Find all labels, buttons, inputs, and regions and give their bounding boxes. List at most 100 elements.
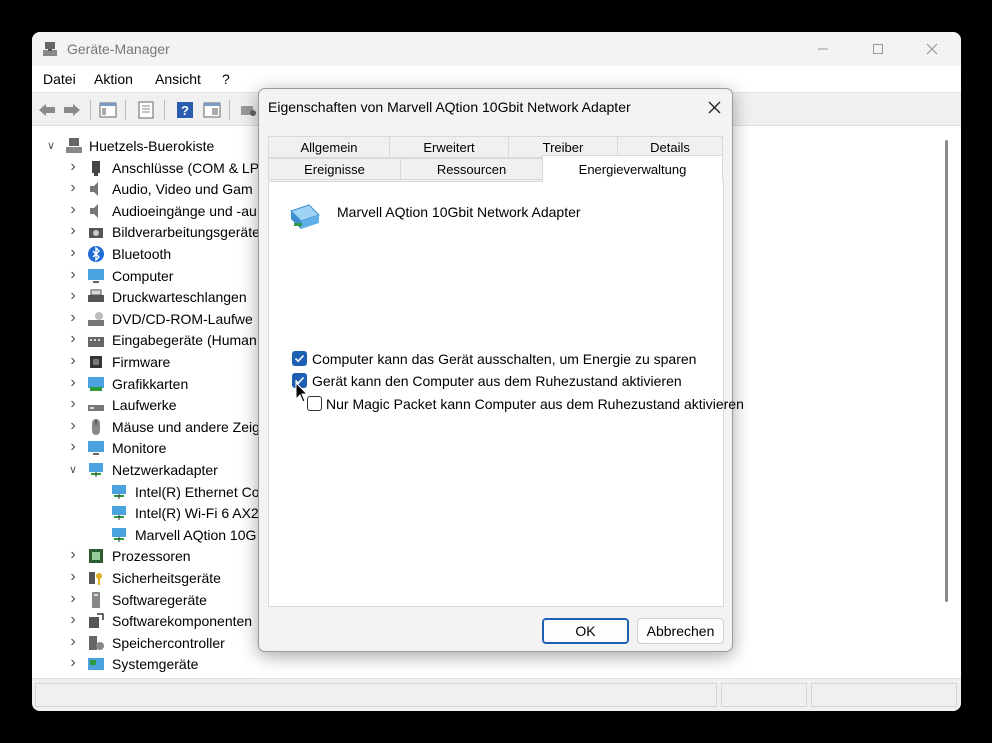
chevron-right-icon[interactable]: › — [67, 222, 79, 239]
menu-help[interactable]: ? — [222, 71, 230, 87]
forward-button[interactable] — [62, 100, 82, 120]
dialog-close-button[interactable] — [703, 96, 725, 118]
properties-button[interactable] — [136, 100, 156, 120]
network-icon — [112, 506, 126, 521]
system-device-icon — [88, 658, 104, 671]
title-bar[interactable]: Geräte-Manager — [32, 32, 961, 66]
tree-item-label: Bluetooth — [112, 246, 172, 262]
chevron-right-icon[interactable]: › — [67, 287, 79, 304]
maximize-icon — [873, 44, 883, 54]
tree-item-label: Anschlüsse (COM & LP — [112, 159, 260, 176]
cancel-button[interactable]: Abbrechen — [637, 618, 724, 644]
help-button[interactable]: ? — [175, 100, 195, 120]
keyboard-icon — [88, 337, 104, 348]
properties-dialog: Eigenschaften von Marvell AQtion 10Gbit … — [258, 88, 744, 652]
chevron-right-icon[interactable]: › — [67, 158, 79, 175]
chevron-right-icon[interactable]: › — [67, 179, 79, 196]
network-icon — [89, 463, 103, 477]
tab-allgemein[interactable]: Allgemein — [268, 136, 390, 158]
vertical-scrollbar[interactable] — [938, 132, 954, 672]
chevron-right-icon[interactable]: › — [67, 654, 79, 671]
label-allow-power-off[interactable]: Computer kann das Gerät ausschalten, um … — [312, 351, 696, 367]
port-icon — [92, 160, 100, 176]
tab-ressourcen[interactable]: Ressourcen — [400, 158, 543, 180]
chevron-right-icon[interactable]: › — [67, 201, 79, 218]
menu-ansicht[interactable]: Ansicht — [155, 71, 201, 87]
tree-item-label: Netzwerkadapter — [112, 462, 218, 478]
tab-energieverwaltung[interactable]: Energieverwaltung — [542, 155, 723, 182]
tree-item-label: Bildverarbeitungsgeräte — [112, 224, 260, 241]
chevron-right-icon[interactable]: › — [67, 244, 79, 261]
tree-item-label: Systemgeräte — [112, 656, 199, 673]
printer-icon — [88, 289, 104, 303]
checkmark-icon — [294, 354, 305, 363]
mouse-icon — [92, 418, 100, 435]
maximize-button[interactable] — [855, 32, 901, 66]
tree-item-label: Audioeingänge und -au — [112, 202, 257, 219]
back-button[interactable] — [37, 100, 57, 120]
dialog-title: Eigenschaften von Marvell AQtion 10Gbit … — [268, 99, 631, 115]
label-allow-wake[interactable]: Gerät kann den Computer aus dem Ruhezust… — [312, 373, 682, 389]
label-magic-packet-only[interactable]: Nur Magic Packet kann Computer aus dem R… — [326, 396, 744, 412]
network-adapter-icon — [290, 204, 320, 229]
monitor-icon — [88, 441, 104, 456]
view-button[interactable] — [202, 100, 222, 120]
tree-item-label: Audio, Video und Gam — [112, 181, 253, 198]
tree-item-label: Grafikkarten — [112, 375, 189, 392]
key-icon — [89, 572, 102, 585]
chevron-right-icon[interactable]: › — [67, 568, 79, 585]
scan-hardware-button[interactable] — [238, 100, 258, 120]
scrollbar-thumb[interactable] — [945, 140, 948, 602]
tree-item-label: Monitore — [112, 440, 167, 457]
close-icon — [708, 101, 720, 113]
chevron-right-icon[interactable]: › — [67, 374, 79, 391]
menu-datei[interactable]: Datei — [43, 71, 76, 87]
tree-item-label: Marvell AQtion 10G — [135, 526, 257, 543]
chevron-right-icon[interactable]: › — [67, 395, 79, 412]
ok-button[interactable]: OK — [542, 618, 629, 644]
minimize-button[interactable] — [800, 32, 846, 66]
checkbox-allow-power-off[interactable] — [292, 351, 307, 366]
network-icon — [112, 484, 126, 499]
tree-item-label: Sicherheitsgeräte — [112, 570, 221, 586]
storage-controller-icon — [89, 635, 104, 650]
status-cell-3 — [811, 683, 957, 707]
display-adapter-icon — [88, 376, 104, 391]
checkbox-magic-packet-only[interactable] — [307, 396, 322, 411]
help-icon: ? — [177, 102, 193, 118]
tab-ereignisse[interactable]: Ereignisse — [268, 158, 401, 180]
chevron-down-icon[interactable]: ∨ — [67, 462, 79, 476]
menu-aktion[interactable]: Aktion — [94, 71, 133, 87]
tree-item-label: Intel(R) Wi-Fi 6 AX2 — [135, 505, 259, 522]
arrow-left-icon — [39, 104, 55, 116]
chevron-right-icon[interactable]: › — [67, 417, 79, 434]
close-icon — [926, 43, 938, 55]
device-manager-icon — [43, 42, 57, 56]
bluetooth-icon — [88, 246, 104, 262]
scan-hardware-icon — [241, 106, 256, 116]
chevron-down-icon[interactable]: ∨ — [45, 138, 57, 152]
tree-item-label: Prozessoren — [112, 548, 191, 565]
tree-item-label: Firmware — [112, 354, 171, 370]
close-window-button[interactable] — [909, 32, 955, 66]
chevron-right-icon[interactable]: › — [67, 309, 79, 326]
window-title: Geräte-Manager — [67, 41, 170, 57]
chevron-right-icon[interactable]: › — [67, 352, 79, 369]
chevron-right-icon[interactable]: › — [67, 330, 79, 347]
tree-item-label: Laufwerke — [112, 397, 177, 414]
tree-item-label: Computer — [112, 267, 174, 284]
chevron-right-icon[interactable]: › — [67, 611, 79, 628]
tab-erweitert[interactable]: Erweitert — [389, 136, 509, 158]
tree-item-label: Softwaregeräte — [112, 591, 207, 608]
speaker-icon — [90, 203, 98, 218]
chevron-right-icon[interactable]: › — [67, 266, 79, 283]
svg-text:?: ? — [181, 103, 189, 118]
tree-item-label: Speichercontroller — [112, 634, 225, 651]
show-hide-console-tree-button[interactable] — [98, 100, 118, 120]
chevron-right-icon[interactable]: › — [67, 633, 79, 650]
chevron-right-icon[interactable]: › — [67, 590, 79, 607]
chevron-right-icon[interactable]: › — [67, 438, 79, 455]
tree-item-label: DVD/CD-ROM-Laufwe — [112, 310, 253, 327]
chevron-right-icon[interactable]: › — [67, 546, 79, 563]
disc-drive-icon — [88, 311, 104, 326]
